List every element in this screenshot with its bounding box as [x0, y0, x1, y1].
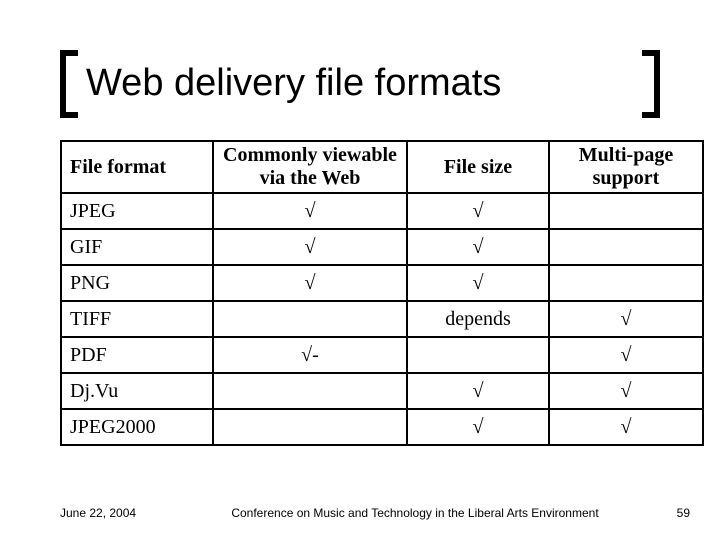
table-row: TIFF depends √	[61, 301, 703, 337]
cell-web	[213, 373, 407, 409]
table-row: JPEG2000 √ √	[61, 409, 703, 445]
table-header-row: File format Commonly viewable via the We…	[61, 141, 703, 193]
bracket-right-icon	[642, 50, 660, 118]
title-bar: Web delivery file formats	[60, 50, 660, 105]
cell-size: depends	[407, 301, 549, 337]
footer: June 22, 2004 Conference on Music and Te…	[60, 506, 690, 520]
table-row: Dj.Vu √ √	[61, 373, 703, 409]
cell-web: √-	[213, 337, 407, 373]
cell-multi	[549, 193, 703, 229]
slide-title: Web delivery file formats	[60, 50, 660, 105]
cell-format: PNG	[61, 265, 213, 301]
cell-size: √	[407, 193, 549, 229]
cell-multi: √	[549, 409, 703, 445]
footer-conference: Conference on Music and Technology in th…	[200, 506, 630, 520]
cell-format: PDF	[61, 337, 213, 373]
cell-size: √	[407, 373, 549, 409]
cell-format: TIFF	[61, 301, 213, 337]
footer-date: June 22, 2004	[60, 506, 200, 520]
cell-size: √	[407, 409, 549, 445]
col-header-size: File size	[407, 141, 549, 193]
table-row: GIF √ √	[61, 229, 703, 265]
cell-web: √	[213, 229, 407, 265]
cell-format: JPEG	[61, 193, 213, 229]
cell-multi: √	[549, 337, 703, 373]
cell-web: √	[213, 193, 407, 229]
cell-format: Dj.Vu	[61, 373, 213, 409]
table-row: PNG √ √	[61, 265, 703, 301]
cell-size	[407, 337, 549, 373]
col-header-multi: Multi-page support	[549, 141, 703, 193]
cell-size: √	[407, 265, 549, 301]
table-row: JPEG √ √	[61, 193, 703, 229]
cell-format: GIF	[61, 229, 213, 265]
cell-multi: √	[549, 373, 703, 409]
cell-multi: √	[549, 301, 703, 337]
cell-web	[213, 409, 407, 445]
table-row: PDF √- √	[61, 337, 703, 373]
footer-page-number: 59	[630, 506, 690, 520]
cell-web	[213, 301, 407, 337]
cell-size: √	[407, 229, 549, 265]
cell-web: √	[213, 265, 407, 301]
col-header-web: Commonly viewable via the Web	[213, 141, 407, 193]
cell-multi	[549, 229, 703, 265]
bracket-left-icon	[60, 50, 78, 118]
cell-format: JPEG2000	[61, 409, 213, 445]
formats-table: File format Commonly viewable via the We…	[60, 140, 704, 446]
col-header-format: File format	[61, 141, 213, 193]
cell-multi	[549, 265, 703, 301]
